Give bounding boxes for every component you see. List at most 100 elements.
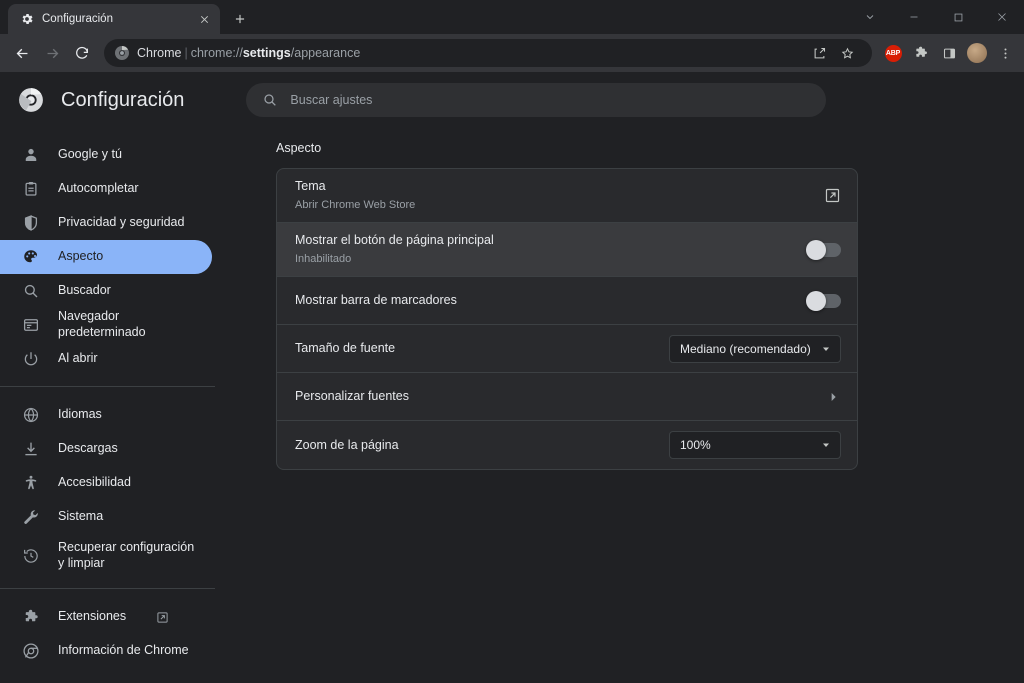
sidebar-item-label: Idiomas	[58, 407, 102, 422]
sidebar-item-label: Sistema	[58, 509, 104, 524]
sidebar-item-al-abrir[interactable]: Al abrir	[0, 342, 212, 376]
row-theme[interactable]: Tema Abrir Chrome Web Store	[277, 169, 857, 223]
tab-close-button[interactable]	[196, 11, 212, 27]
sidebar-item-aspecto[interactable]: Aspecto	[0, 240, 212, 274]
sidebar-item-informacion-de-chrome[interactable]: Información de Chrome	[0, 634, 212, 668]
settings-header: Configuración	[0, 72, 1024, 128]
sidebar-item-sistema[interactable]: Sistema	[0, 500, 212, 534]
accessibility-icon	[25, 475, 37, 490]
person-icon	[25, 148, 37, 161]
reload-button[interactable]	[68, 39, 96, 67]
puzzle-icon	[25, 609, 38, 622]
extensions-puzzle-icon[interactable]	[908, 40, 934, 66]
chevron-down-icon	[823, 347, 829, 351]
avatar[interactable]	[964, 40, 990, 66]
shield-icon	[24, 215, 38, 231]
toggle-home-button[interactable]	[806, 239, 841, 260]
dropdown-page-zoom[interactable]: 100%	[669, 431, 841, 459]
three-dots-icon	[1004, 47, 1006, 59]
sidebar-item-navegador-predeterminado[interactable]: Navegador predeterminado	[0, 308, 212, 342]
clipboard-icon	[25, 181, 37, 196]
more-menu-icon[interactable]	[992, 40, 1018, 66]
sidebar-item-autocompletar[interactable]: Autocompletar	[0, 172, 212, 206]
browser-toolbar: Chrome | chrome://settings/appearance ABP	[0, 34, 1024, 72]
omnibox-actions	[806, 40, 860, 66]
address-bar-text: Chrome | chrome://settings/appearance	[137, 46, 360, 60]
adblock-plus-icon[interactable]: ABP	[880, 40, 906, 66]
row-bookmarks-bar[interactable]: Mostrar barra de marcadores	[277, 277, 857, 325]
sidebar-item-idiomas[interactable]: Idiomas	[0, 398, 212, 432]
close-icon	[998, 13, 1006, 21]
sidebar-item-accesibilidad[interactable]: Accesibilidad	[0, 466, 212, 500]
sidebar-item-google-y-tu[interactable]: Google y tú	[0, 138, 212, 172]
sidebar-item-recuperar-configuracion-y-limpiar[interactable]: Recuperar configuración y limpiar	[0, 534, 212, 578]
row-page-zoom-text: Zoom de la página	[295, 436, 669, 455]
toggle-knob	[806, 239, 826, 260]
sidebar-item-extensiones[interactable]: Extensiones	[0, 600, 212, 634]
row-font-size-title: Tamaño de fuente	[295, 341, 396, 356]
row-home-button[interactable]: Mostrar el botón de página principal Inh…	[277, 223, 857, 277]
browser-window-icon	[23, 319, 39, 331]
tab-strip: Configuración	[0, 0, 1024, 34]
star-icon	[841, 47, 853, 59]
toggle-bookmarks-bar[interactable]	[806, 290, 841, 311]
row-theme-title: Tema	[295, 179, 326, 194]
sidebar-divider	[0, 588, 215, 589]
appearance-settings-card: Tema Abrir Chrome Web Store Mostrar el b…	[276, 168, 858, 470]
chevron-right-icon[interactable]	[825, 389, 841, 405]
arrow-left-icon	[16, 48, 27, 58]
sidebar-item-descargas[interactable]: Descargas	[0, 432, 212, 466]
back-button[interactable]	[8, 39, 36, 67]
row-font-size-text: Tamaño de fuente	[295, 339, 669, 358]
close-button[interactable]	[980, 0, 1024, 34]
gear-icon	[22, 13, 33, 25]
window-controls	[848, 0, 1024, 34]
maximize-button[interactable]	[936, 0, 980, 34]
plus-icon	[235, 14, 245, 24]
forward-button[interactable]	[38, 39, 66, 67]
globe-icon	[23, 407, 39, 423]
maximize-icon	[954, 13, 962, 21]
minimize-button[interactable]	[892, 0, 936, 34]
sidebar-divider	[0, 386, 215, 387]
arrow-right-icon	[47, 48, 58, 58]
chevron-down-icon	[823, 443, 829, 447]
row-theme-subtitle: Abrir Chrome Web Store	[295, 199, 416, 212]
dropdown-font-size-value: Mediano (recomendado)	[680, 341, 811, 356]
adblock-badge-label: ABP	[884, 44, 902, 62]
tab-title: Configuración	[42, 13, 113, 25]
sidebar-item-label: Al abrir	[58, 351, 98, 366]
settings-search-box[interactable]	[246, 83, 827, 117]
side-panel-icon[interactable]	[936, 40, 962, 66]
browser-window: Configuración Chrome | chrome://settings…	[0, 0, 1024, 683]
address-bar[interactable]: Chrome | chrome://settings/appearance	[104, 39, 872, 67]
settings-sidebar: Google y tú Autocompletar Privacidad y s…	[0, 128, 270, 683]
sidebar-item-privacidad-y-seguridad[interactable]: Privacidad y seguridad	[0, 206, 212, 240]
row-theme-text: Tema Abrir Chrome Web Store	[295, 177, 824, 213]
palette-icon	[24, 250, 37, 263]
dropdown-font-size[interactable]: Mediano (recomendado)	[669, 334, 841, 363]
page-title: Configuración	[61, 88, 185, 111]
external-link-icon[interactable]	[824, 187, 841, 204]
new-tab-button[interactable]	[226, 5, 254, 33]
row-customize-fonts[interactable]: Personalizar fuentes	[277, 373, 857, 421]
sidebar-item-label: Aspecto	[58, 249, 104, 264]
wrench-icon	[24, 510, 38, 524]
sidebar-item-label: Autocompletar	[58, 181, 139, 196]
sidebar-item-buscador[interactable]: Buscador	[0, 274, 212, 308]
reload-icon	[76, 46, 88, 59]
chrome-logo-icon	[115, 46, 129, 60]
external-link-icon	[157, 611, 168, 623]
row-page-zoom[interactable]: Zoom de la página 100%	[277, 421, 857, 469]
bookmark-star-icon[interactable]	[834, 40, 860, 66]
search-input[interactable]	[290, 93, 811, 107]
row-customize-fonts-text: Personalizar fuentes	[295, 387, 825, 406]
avatar-image	[967, 43, 987, 63]
row-font-size[interactable]: Tamaño de fuente Mediano (recomendado)	[277, 325, 857, 373]
share-icon[interactable]	[806, 40, 832, 66]
browser-tab-configuracion[interactable]: Configuración	[8, 4, 220, 34]
sidebar-item-label: Información de Chrome	[58, 643, 189, 658]
settings-body: Google y tú Autocompletar Privacidad y s…	[0, 128, 1024, 683]
tab-search-button[interactable]	[848, 0, 892, 34]
power-icon	[24, 352, 38, 366]
